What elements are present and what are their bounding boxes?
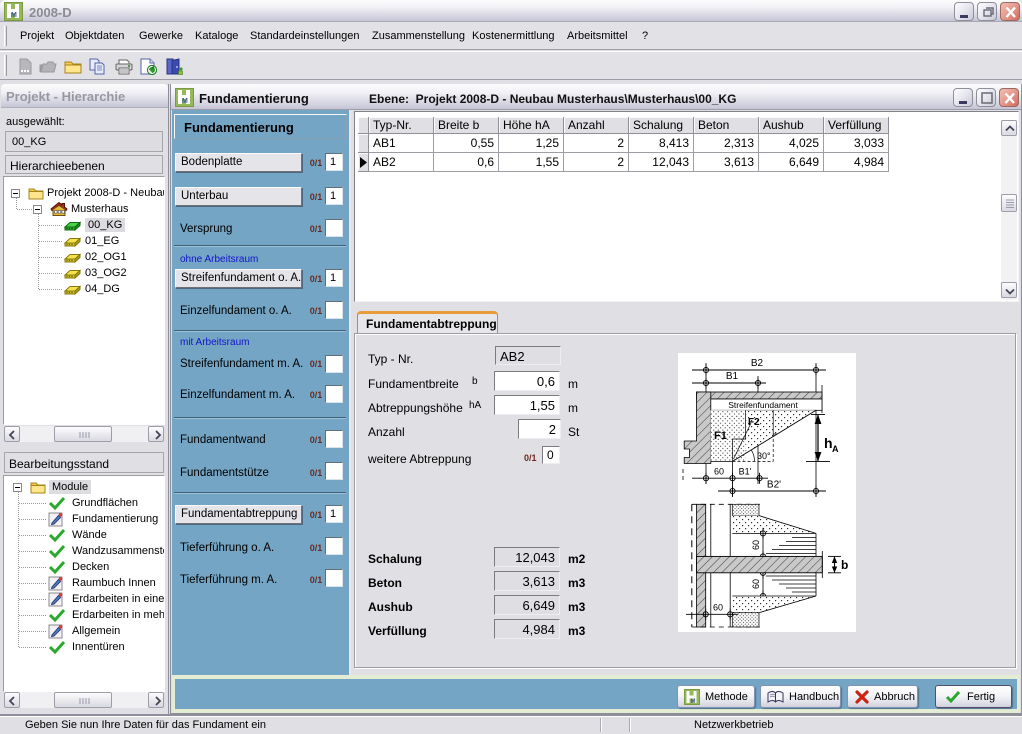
svg-text:60: 60 (751, 540, 761, 550)
svg-text:30°: 30° (757, 451, 771, 461)
svg-text:F2: F2 (748, 417, 760, 428)
svg-text:B2': B2' (767, 480, 781, 491)
svg-text:B1': B1' (739, 467, 752, 477)
svg-text:B1: B1 (726, 371, 739, 382)
svg-text:Streifenfundament: Streifenfundament (728, 400, 798, 410)
svg-text:60: 60 (751, 579, 761, 589)
svg-text:B2: B2 (751, 358, 764, 369)
svg-text:A: A (832, 444, 839, 454)
svg-text:60: 60 (714, 467, 724, 477)
svg-text:M: M (691, 699, 696, 705)
svg-text:b: b (841, 558, 848, 572)
svg-text:60: 60 (713, 603, 723, 613)
svg-text:F1: F1 (714, 430, 727, 442)
